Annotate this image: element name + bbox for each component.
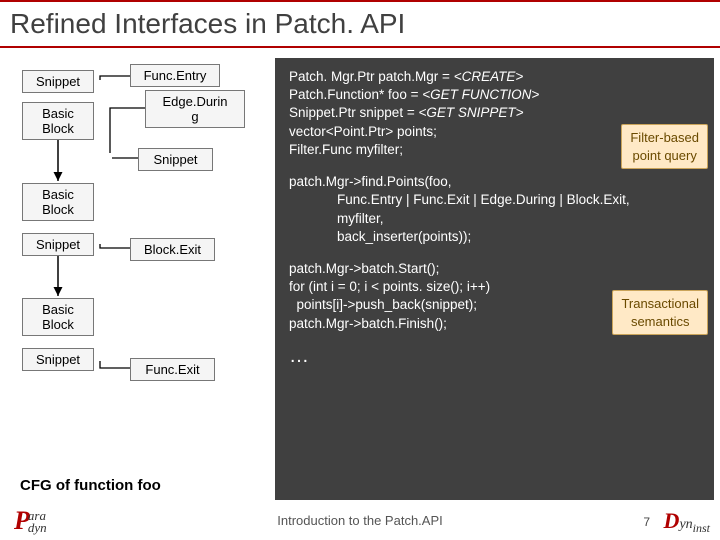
node-snippet-1: Snippet — [22, 70, 94, 93]
code-line-2: Patch.Function* foo = <GET FUNCTION> — [289, 86, 702, 104]
code-line-9: myfilter, — [289, 210, 702, 228]
code-pane: Patch. Mgr.Ptr patch.Mgr = <CREATE> Patc… — [275, 58, 714, 500]
code-line-8: Func.Entry | Func.Exit | Edge.During | B… — [289, 191, 702, 209]
label-edge-during: Edge.Durin g — [145, 90, 245, 128]
code-line-7: patch.Mgr->find.Points(foo, — [289, 173, 702, 191]
dyninst-logo: Dyninst — [664, 508, 710, 534]
node-snippet-2: Snippet — [22, 233, 94, 256]
footer-text: Introduction to the Patch.API — [277, 513, 443, 528]
label-block-exit: Block.Exit — [130, 238, 215, 261]
code-line-3: Snippet.Ptr snippet = <GET SNIPPET> — [289, 104, 702, 122]
code-line-12: patch.Mgr->batch.Start(); — [289, 260, 702, 278]
code-line-10: back_inserter(points)); — [289, 228, 702, 246]
code-line-1: Patch. Mgr.Ptr patch.Mgr = <CREATE> — [289, 68, 702, 86]
cfg-diagram: Snippet Basic Block Basic Block Snippet … — [0, 58, 275, 500]
callout-filter-query: Filter-based point query — [621, 124, 708, 169]
label-snippet-evt: Snippet — [138, 148, 213, 171]
node-snippet-3: Snippet — [22, 348, 94, 371]
slide-title: Refined Interfaces in Patch. API — [0, 0, 720, 48]
page-number: 7 — [643, 515, 650, 529]
node-basic-block-2: Basic Block — [22, 183, 94, 221]
label-func-entry: Func.Entry — [130, 64, 220, 87]
label-func-exit: Func.Exit — [130, 358, 215, 381]
node-basic-block-1: Basic Block — [22, 102, 94, 140]
node-basic-block-3: Basic Block — [22, 298, 94, 336]
code-ellipsis: … — [289, 343, 702, 370]
paradyn-logo: Para dyn — [14, 506, 49, 536]
content-area: Snippet Basic Block Basic Block Snippet … — [0, 58, 720, 500]
callout-transactional: Transactional semantics — [612, 290, 708, 335]
footer: Introduction to the Patch.API — [0, 500, 720, 540]
cfg-caption: CFG of function foo — [20, 477, 161, 494]
